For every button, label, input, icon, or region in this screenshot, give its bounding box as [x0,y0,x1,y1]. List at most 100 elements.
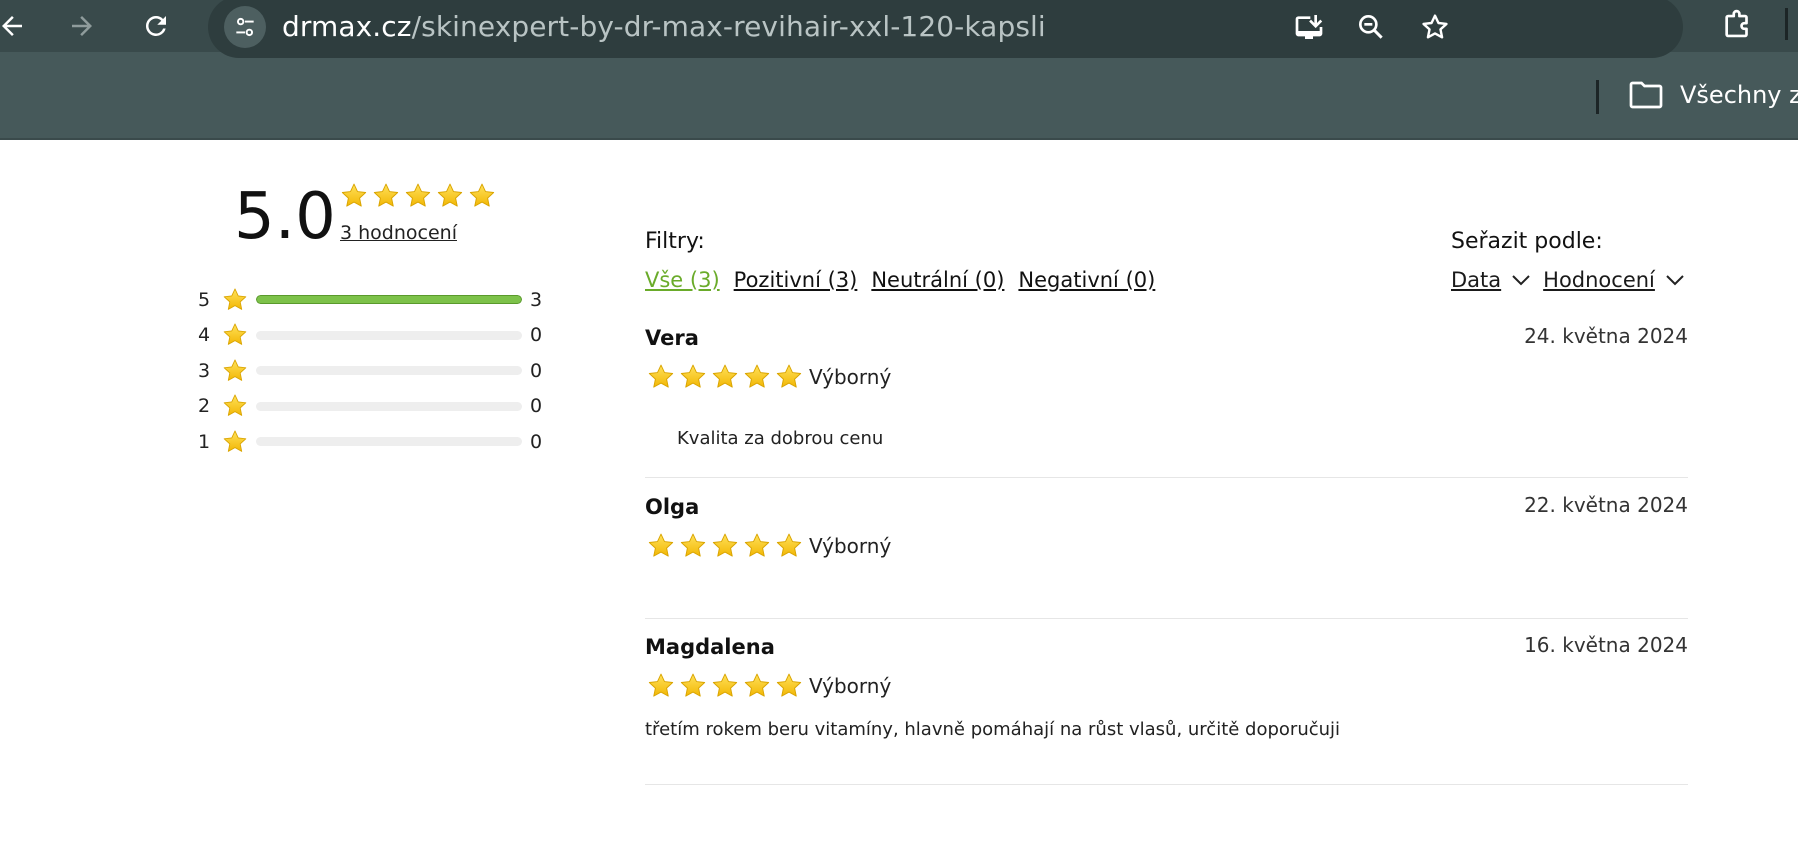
filter-positive[interactable]: Pozitivní (3) [734,268,858,292]
sort-options: Data Hodnocení [1451,268,1697,292]
zoom-out-icon [1359,14,1383,39]
bookmark-star-button[interactable] [1414,6,1456,48]
arrow-left-icon [2,16,22,36]
review-rating: Výborný [647,363,891,391]
review-text: Kvalita za dobrou cenu [677,428,884,449]
star-icon [775,672,803,700]
reviewer-name: Magdalena [645,635,775,659]
star-icon [775,363,803,391]
puzzle-icon [1725,9,1748,38]
distribution-row[interactable]: 1 0 [198,424,548,460]
site-info-button[interactable] [224,6,266,48]
average-rating-stars [340,182,496,210]
star-icon [679,363,707,391]
distribution-row[interactable]: 2 0 [198,389,548,425]
review-item: Vera 24. května 2024 Výborný Kvalita za … [645,324,1688,478]
distribution-row[interactable]: 4 0 [198,318,548,354]
reload-icon [145,15,166,36]
star-icon [743,672,771,700]
url-text[interactable]: drmax.cz/skinexpert-by-dr-max-revihair-x… [282,10,1046,43]
distribution-bar [256,437,522,447]
sort-by-date[interactable]: Data [1451,268,1531,292]
star-icon [222,287,248,313]
review-rating: Výborný [647,672,891,700]
browser-chrome: drmax.cz/skinexpert-by-dr-max-revihair-x… [0,0,1798,140]
distribution-stars: 1 [198,430,211,453]
distribution-stars: 2 [198,395,211,418]
bookmark-folder-label: Všechny zá [1680,81,1798,109]
star-icon [711,363,739,391]
reload-button[interactable] [136,6,176,46]
star-icon [711,672,739,700]
review-verdict: Výborný [809,365,892,389]
distribution-bar-fill [256,295,522,305]
browser-toolbar: drmax.cz/skinexpert-by-dr-max-revihair-x… [0,0,1798,58]
star-icon [679,672,707,700]
chevron-down-icon [1655,273,1685,287]
review-date: 24. května 2024 [1524,324,1688,348]
filter-neutral[interactable]: Neutrální (0) [871,268,1004,292]
star-icon [647,672,675,700]
arrow-right-icon [72,16,92,36]
review-date: 22. května 2024 [1524,493,1688,517]
address-bar[interactable]: drmax.cz/skinexpert-by-dr-max-revihair-x… [208,0,1683,58]
filter-all[interactable]: Vše (3) [645,268,720,292]
star-icon [372,182,400,210]
review-verdict: Výborný [809,674,892,698]
distribution-bar [256,330,522,340]
sort-by-rating-label: Hodnocení [1543,268,1655,292]
forward-button[interactable] [62,6,102,46]
reviewer-name: Olga [645,495,700,519]
filter-list: Vše (3) Pozitivní (3) Neutrální (0) Nega… [645,268,1155,292]
ratings-count-link[interactable]: 3 hodnocení [340,222,457,244]
back-button[interactable] [0,6,32,46]
distribution-row[interactable]: 3 0 [198,353,548,389]
tune-icon [236,17,254,37]
distribution-stars: 5 [198,288,211,311]
distribution-count: 0 [530,395,543,418]
distribution-row[interactable]: 5 3 [198,282,548,318]
review-verdict: Výborný [809,534,892,558]
star-icon [647,363,675,391]
distribution-stars: 4 [198,324,211,347]
bookmark-folder-all[interactable]: Všechny zá [1628,80,1798,110]
install-desktop-icon [1295,15,1323,39]
star-icon [404,182,432,210]
distribution-count: 0 [530,359,543,382]
filters-label: Filtry: [645,229,705,254]
sort-by-rating[interactable]: Hodnocení [1543,268,1685,292]
review-rating: Výborný [647,532,891,560]
sort-by-date-label: Data [1451,268,1502,292]
chevron-down-icon [1501,273,1531,287]
star-outline-icon [1422,14,1448,39]
distribution-stars: 3 [198,359,211,382]
star-icon [222,393,248,419]
star-icon [743,532,771,560]
url-host: drmax.cz [282,10,412,43]
star-icon [222,358,248,384]
star-icon [436,182,464,210]
toolbar-separator [1785,8,1788,40]
distribution-count: 0 [530,324,543,347]
zoom-button[interactable] [1350,6,1392,48]
review-item: Olga 22. května 2024 Výborný [645,493,1688,619]
review-text: třetím rokem beru vitamíny, hlavně pomáh… [645,719,1341,740]
star-icon [222,322,248,348]
star-icon [711,532,739,560]
star-icon [222,429,248,455]
review-item: Magdalena 16. května 2024 Výborný třetím… [645,633,1688,785]
rating-distribution: 5 3 4 0 3 0 2 0 1 0 [198,282,548,460]
folder-icon [1629,81,1663,109]
extensions-button[interactable] [1716,4,1760,48]
distribution-count: 3 [530,288,543,311]
bookmarks-separator [1596,80,1599,114]
filter-negative[interactable]: Negativní (0) [1018,268,1155,292]
star-icon [679,532,707,560]
install-app-button[interactable] [1288,6,1330,48]
reviewer-name: Vera [645,326,699,350]
distribution-bar [256,295,522,305]
distribution-bar [256,401,522,411]
review-date: 16. května 2024 [1524,633,1688,657]
star-icon [468,182,496,210]
star-icon [647,532,675,560]
